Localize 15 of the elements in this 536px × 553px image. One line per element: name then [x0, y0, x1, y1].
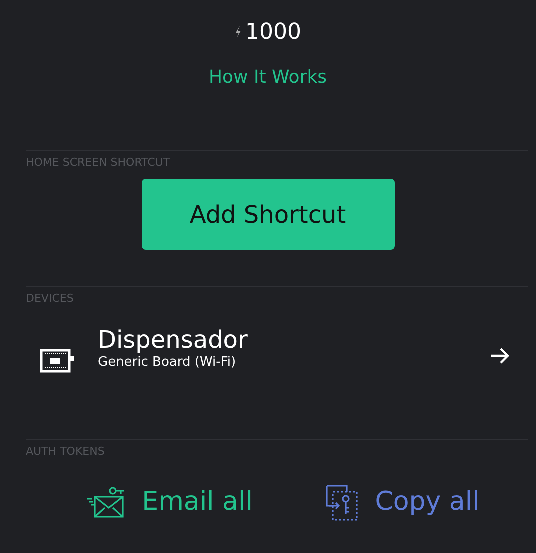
- email-all-button[interactable]: Email all: [80, 482, 259, 523]
- copy-all-button[interactable]: Copy all: [319, 482, 486, 523]
- section-heading: AUTH TOKENS: [26, 445, 105, 458]
- copy-key-icon: [325, 484, 360, 522]
- bolt-icon: [234, 26, 242, 38]
- device-board: Generic Board (Wi-Fi): [98, 354, 238, 372]
- section-heading: DEVICES: [26, 292, 74, 305]
- how-it-works-link[interactable]: How It Works: [208, 64, 328, 91]
- add-shortcut-button[interactable]: Add Shortcut: [142, 179, 394, 250]
- energy-amount: 1000: [246, 18, 302, 46]
- device-name: Dispensador: [98, 327, 249, 354]
- envelope-key-icon: [86, 486, 126, 518]
- board-icon: [40, 349, 74, 373]
- section-heading: HOME SCREEN SHORTCUT: [26, 156, 170, 169]
- arrow-right-icon[interactable]: [490, 347, 510, 365]
